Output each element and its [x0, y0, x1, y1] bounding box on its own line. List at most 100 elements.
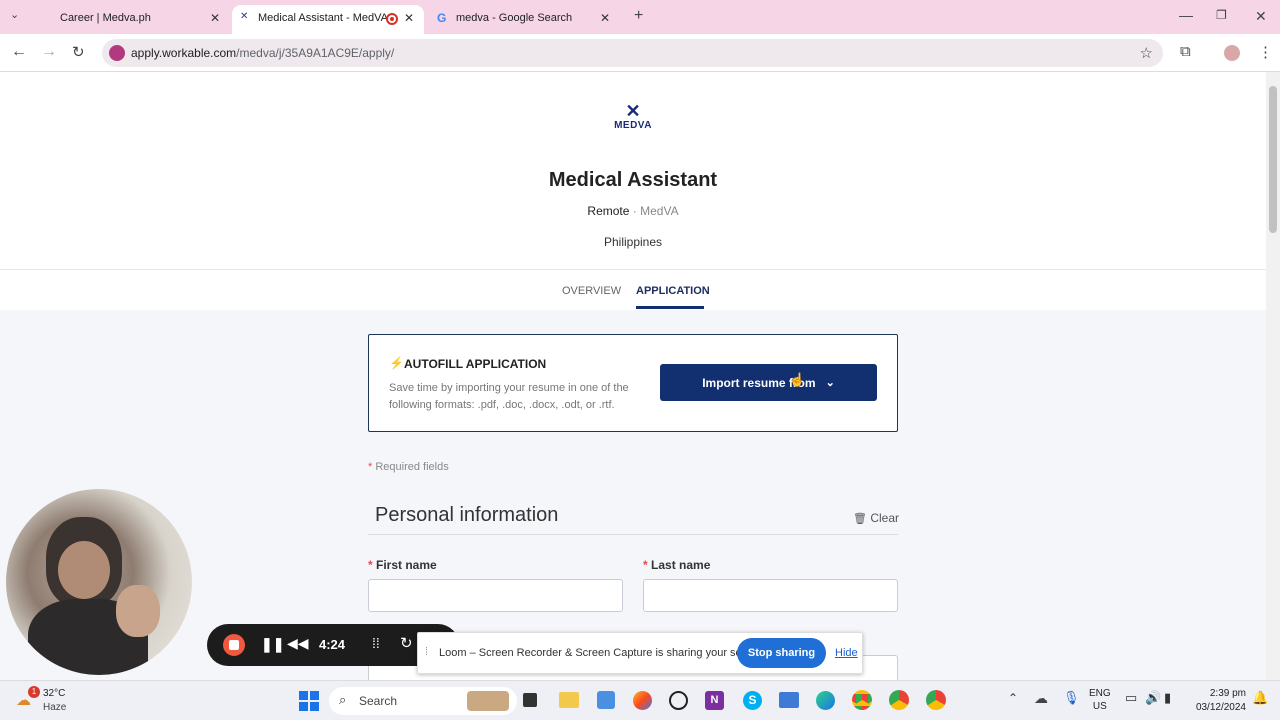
tab-career[interactable]: Career | Medva.ph ✕: [40, 5, 230, 34]
language-indicator[interactable]: ENG US: [1089, 687, 1111, 713]
tab-overview[interactable]: OVERVIEW: [562, 285, 621, 297]
trash-icon: 🗑: [853, 513, 867, 525]
person-face: [58, 541, 110, 599]
webcam-bubble[interactable]: [6, 489, 192, 675]
scrollbar[interactable]: [1266, 72, 1280, 680]
pause-icon[interactable]: ❚❚: [261, 636, 284, 653]
tray-chevron-icon[interactable]: ⌃: [1008, 691, 1018, 705]
site-info-icon[interactable]: [109, 45, 125, 61]
weather-widget[interactable]: ☁ 1 32°C Haze: [14, 686, 84, 716]
first-name-label: * First name: [368, 558, 437, 572]
tab-search-chevron-icon[interactable]: ⌄: [10, 8, 19, 21]
tab-strip: ⌄ Career | Medva.ph ✕ ✕ Medical Assistan…: [0, 0, 1280, 34]
drag-handle-icon[interactable]: ⁞: [425, 646, 428, 658]
grid-icon[interactable]: ⁞⁞: [372, 635, 380, 651]
lightning-icon: ⚡: [389, 356, 404, 370]
task-view-icon[interactable]: [523, 693, 537, 707]
clear-button[interactable]: 🗑 Clear: [853, 511, 899, 525]
job-meta: Remote · MedVA: [0, 204, 1266, 218]
url-host: apply.workable.com: [131, 46, 237, 60]
url-path: /medva/j/35A9A1AC9E/apply/: [236, 46, 395, 60]
reload-icon[interactable]: ↻: [72, 43, 85, 61]
windows-start-icon[interactable]: [299, 691, 319, 711]
lang-secondary: US: [1092, 701, 1107, 712]
stop-sharing-button[interactable]: Stop sharing: [737, 638, 826, 668]
required-mark: *: [368, 558, 373, 572]
company: · MedVA: [629, 204, 679, 218]
notifications-bell-icon[interactable]: 🔔: [1252, 690, 1268, 706]
search-highlight-image: [467, 691, 509, 711]
stop-sharing-label: Stop sharing: [747, 647, 816, 659]
clock[interactable]: 2:39 pm 03/12/2024: [1190, 687, 1246, 715]
first-name-text: First name: [376, 558, 437, 572]
job-title: Medical Assistant: [548, 169, 718, 191]
bookmark-star-icon[interactable]: ☆: [1140, 44, 1153, 62]
forward-icon[interactable]: →: [41, 43, 57, 61]
hide-link[interactable]: Hide: [835, 647, 858, 659]
divider: [0, 269, 1266, 270]
calendar-app-icon[interactable]: [597, 691, 615, 709]
close-window-icon[interactable]: ✕: [1255, 8, 1267, 25]
address-bar[interactable]: apply.workable.com/medva/j/35A9A1AC9E/ap…: [102, 39, 1163, 67]
file-explorer-icon[interactable]: [559, 692, 579, 708]
last-name-text: Last name: [651, 558, 711, 572]
back-icon[interactable]: ←: [11, 43, 27, 61]
new-tab-icon[interactable]: +: [634, 7, 643, 25]
close-icon[interactable]: ✕: [210, 11, 220, 25]
edge-icon[interactable]: [816, 691, 835, 710]
import-resume-button[interactable]: Import resume from ⌄: [660, 364, 877, 401]
stop-recording-button[interactable]: [223, 634, 245, 656]
required-mark: *: [643, 558, 648, 572]
microphone-icon[interactable]: 🎙: [1063, 690, 1080, 706]
copilot-icon[interactable]: [633, 691, 652, 710]
skype-icon[interactable]: S: [743, 691, 762, 710]
search-icon: ⌕: [339, 692, 347, 707]
autofill-description: Save time by importing your resume in on…: [389, 382, 629, 411]
onenote-icon[interactable]: N: [705, 691, 724, 710]
notification-badge: 1: [28, 686, 40, 698]
restart-icon[interactable]: ↻: [400, 634, 413, 652]
taskbar-search-placeholder: Search: [359, 694, 398, 708]
menu-icon[interactable]: ⋮: [1258, 43, 1273, 61]
battery-icon[interactable]: ▮: [1164, 690, 1171, 706]
rewind-icon[interactable]: ◀◀: [287, 635, 309, 652]
required-note: * Required fields: [368, 461, 449, 473]
close-icon[interactable]: ✕: [404, 11, 414, 25]
section-title: Personal information: [375, 504, 559, 526]
app-window-icon[interactable]: [779, 692, 799, 708]
tab-label: Medical Assistant - MedVA: [258, 12, 389, 24]
restore-icon[interactable]: ❐: [1216, 8, 1227, 22]
stop-icon: [229, 640, 239, 650]
chrome-profile-icon[interactable]: [889, 690, 909, 710]
first-name-input[interactable]: [368, 579, 623, 612]
active-tab-underline: [636, 306, 704, 309]
minimize-icon[interactable]: —: [1179, 7, 1193, 23]
tab-medical-assistant[interactable]: ✕ Medical Assistant - MedVA ✕: [232, 5, 424, 34]
clock-time: 2:39 pm: [1209, 688, 1246, 699]
extensions-icon[interactable]: ⧉: [1180, 43, 1191, 60]
required-mark: *: [368, 461, 373, 473]
chrome-profile-2-icon[interactable]: [926, 690, 946, 710]
close-icon[interactable]: ✕: [600, 11, 610, 25]
tab-label: medva - Google Search: [456, 12, 573, 24]
clear-label: Clear: [870, 511, 899, 525]
profile-avatar[interactable]: [1224, 45, 1240, 61]
taskbar-search[interactable]: ⌕ Search: [329, 687, 517, 715]
scrollbar-thumb[interactable]: [1269, 86, 1277, 233]
tab-google-search[interactable]: G medva - Google Search ✕: [428, 5, 620, 34]
taskbar: ☁ 1 32°C Haze ⌕ Search N S ⌃ ☁ 🎙 ENG US …: [0, 680, 1280, 720]
last-name-input[interactable]: [643, 579, 898, 612]
chrome-icon[interactable]: [852, 690, 872, 710]
medva-logo-icon: ✕: [625, 101, 641, 121]
tab-label: Career | Medva.ph: [60, 12, 151, 24]
recording-icon: [386, 13, 398, 25]
person-hand: [116, 585, 160, 637]
mouse-cursor-icon: ☝: [789, 372, 806, 387]
network-icon[interactable]: ▭: [1125, 690, 1137, 706]
onedrive-icon[interactable]: ☁: [1034, 690, 1048, 707]
toolbar: ← → ↻ apply.workable.com/medva/j/35A9A1A…: [0, 34, 1280, 72]
clock-date: 03/12/2024: [1195, 702, 1246, 713]
volume-icon[interactable]: 🔊: [1145, 690, 1161, 706]
whatsapp-icon[interactable]: [669, 691, 688, 710]
tab-application[interactable]: APPLICATION: [636, 285, 710, 297]
